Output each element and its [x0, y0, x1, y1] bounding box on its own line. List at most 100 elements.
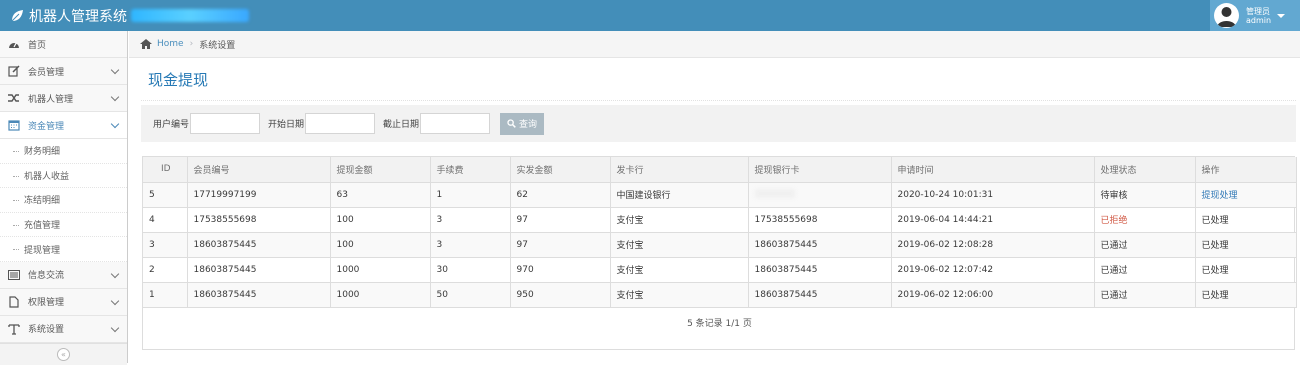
cell-bank: 支付宝 — [610, 207, 749, 233]
brand[interactable]: 机器人管理系统 — [10, 0, 249, 31]
search-button[interactable]: 查询 — [500, 112, 545, 135]
chevron-down-icon — [110, 296, 120, 306]
process-withdrawal-link[interactable]: 提现处理 — [1202, 191, 1238, 201]
column-header-id[interactable]: ID — [143, 157, 188, 183]
submenu-item-recharge[interactable]: 充值管理 — [0, 213, 127, 238]
cell-status: 已通过 — [1094, 257, 1196, 283]
cell-time: 2019-06-02 12:07:42 — [891, 257, 1095, 283]
double-chevron-left-icon[interactable]: « — [57, 347, 70, 361]
table-row: 5 17719997199 63 1 62 中国建设银行 2020-10-24 … — [143, 182, 1297, 208]
cell-time: 2019-06-02 12:06:00 — [891, 282, 1095, 308]
cell-time: 2019-06-04 14:44:21 — [891, 207, 1095, 233]
leaf-icon — [11, 9, 23, 21]
cell-actual: 970 — [510, 257, 611, 283]
column-header-member[interactable]: 会员编号 — [187, 157, 331, 183]
sidebar-item-permissions[interactable]: 权限管理 — [0, 288, 127, 316]
cell-actual: 950 — [510, 282, 611, 308]
cell-bank: 支付宝 — [610, 282, 749, 308]
user-menu[interactable]: 管理员 admin — [1210, 0, 1300, 31]
sidebar: 首页 会员管理 机器人管理 资金管理 财务明细 机器人收益 冻结明细 充值管理 … — [0, 31, 128, 365]
cell-card: 17538555698 — [748, 207, 892, 233]
chevron-down-icon — [110, 269, 120, 279]
sidebar-item-members[interactable]: 会员管理 — [0, 58, 127, 85]
sidebar-item-funds[interactable]: 资金管理 — [0, 112, 127, 139]
breadcrumb-current: 系统设置 — [199, 40, 236, 51]
chevron-down-icon — [110, 92, 120, 102]
column-header-fee[interactable]: 手续费 — [430, 157, 511, 183]
cell-member: 17538555698 — [187, 207, 331, 233]
breadcrumb: Home › 系统设置 — [129, 31, 1300, 58]
file-icon — [7, 295, 21, 309]
dashboard-icon — [7, 37, 21, 51]
column-header-bank[interactable]: 发卡行 — [610, 157, 749, 183]
cell-fee: 1 — [430, 182, 511, 208]
text-icon — [7, 322, 21, 336]
cell-action: 已处理 — [1195, 207, 1297, 233]
cell-id: 1 — [143, 282, 188, 308]
member-id-input[interactable] — [190, 113, 261, 134]
blurred-card-number — [754, 188, 795, 198]
table-header-row: ID 会员编号 提现金额 手续费 实发金额 发卡行 提现银行卡 申请时间 处理状… — [143, 157, 1297, 183]
chevron-down-icon — [110, 65, 120, 75]
cell-action: 已处理 — [1195, 232, 1297, 258]
avatar — [1214, 3, 1239, 28]
column-header-actual[interactable]: 实发金额 — [510, 157, 611, 183]
column-header-amount[interactable]: 提现金额 — [330, 157, 431, 183]
start-date-label: 开始日期 — [268, 120, 305, 130]
column-header-card[interactable]: 提现银行卡 — [748, 157, 892, 183]
list-icon — [7, 268, 21, 282]
withdrawals-table-container: ID 会员编号 提现金额 手续费 实发金额 发卡行 提现银行卡 申请时间 处理状… — [142, 156, 1297, 350]
cell-id: 4 — [143, 207, 188, 233]
chevron-down-icon — [110, 323, 120, 333]
breadcrumb-home[interactable]: Home — [157, 39, 184, 49]
cell-action: 提现处理 — [1195, 182, 1297, 208]
cell-card: 18603875445 — [748, 232, 892, 258]
cell-member: 17719997199 — [187, 182, 331, 208]
submenu-item-withdrawals[interactable]: 提现管理 — [0, 237, 127, 262]
submenu-item-frozen-details[interactable]: 冻结明细 — [0, 188, 127, 213]
home-icon[interactable] — [140, 39, 152, 49]
cell-bank: 中国建设银行 — [610, 182, 749, 208]
edit-icon — [7, 64, 21, 78]
start-date-input[interactable] — [305, 113, 376, 134]
sidebar-item-robots[interactable]: 机器人管理 — [0, 85, 127, 112]
end-date-label: 截止日期 — [383, 120, 420, 130]
cell-fee: 50 — [430, 282, 511, 308]
sidebar-collapse[interactable]: « — [0, 342, 127, 365]
cell-actual: 62 — [510, 182, 611, 208]
sidebar-item-settings[interactable]: 系统设置 — [0, 315, 127, 343]
search-button-label: 查询 — [519, 120, 538, 130]
sidebar-item-label: 信息交流 — [28, 271, 65, 282]
table-row: 4 17538555698 100 3 97 支付宝 17538555698 2… — [143, 207, 1297, 233]
cell-status: 已拒绝 — [1094, 207, 1196, 233]
cell-member: 18603875445 — [187, 257, 331, 283]
top-navbar: 机器人管理系统 管理员 admin — [0, 0, 1300, 31]
user-role: 管理员 — [1246, 6, 1270, 16]
cell-fee: 30 — [430, 257, 511, 283]
cell-amount: 100 — [330, 207, 431, 233]
column-header-status[interactable]: 处理状态 — [1094, 157, 1196, 183]
table-row: 2 18603875445 1000 30 970 支付宝 1860387544… — [143, 257, 1297, 283]
cell-time: 2019-06-02 12:08:28 — [891, 232, 1095, 258]
sidebar-item-home[interactable]: 首页 — [0, 31, 127, 58]
cell-actual: 97 — [510, 232, 611, 258]
submenu-item-robot-earnings[interactable]: 机器人收益 — [0, 164, 127, 189]
column-header-time[interactable]: 申请时间 — [891, 157, 1095, 183]
sidebar-item-label: 机器人管理 — [28, 94, 74, 105]
cell-card: 18603875445 — [748, 257, 892, 283]
funds-submenu: 财务明细 机器人收益 冻结明细 充值管理 提现管理 — [0, 139, 127, 262]
sidebar-item-messages[interactable]: 信息交流 — [0, 261, 127, 289]
end-date-input[interactable] — [420, 113, 491, 134]
cell-fee: 3 — [430, 207, 511, 233]
cell-bank: 支付宝 — [610, 257, 749, 283]
cell-status: 已通过 — [1094, 232, 1196, 258]
caret-down-icon — [1277, 13, 1286, 18]
column-header-action: 操作 — [1195, 157, 1297, 183]
user-icon — [1217, 7, 1236, 27]
submenu-item-finance-details[interactable]: 财务明细 — [0, 139, 127, 164]
cell-id: 2 — [143, 257, 188, 283]
sidebar-item-label: 会员管理 — [28, 67, 65, 78]
sidebar-item-label: 权限管理 — [28, 298, 65, 309]
cell-id: 3 — [143, 232, 188, 258]
withdrawals-table: ID 会员编号 提现金额 手续费 实发金额 发卡行 提现银行卡 申请时间 处理状… — [143, 157, 1297, 308]
